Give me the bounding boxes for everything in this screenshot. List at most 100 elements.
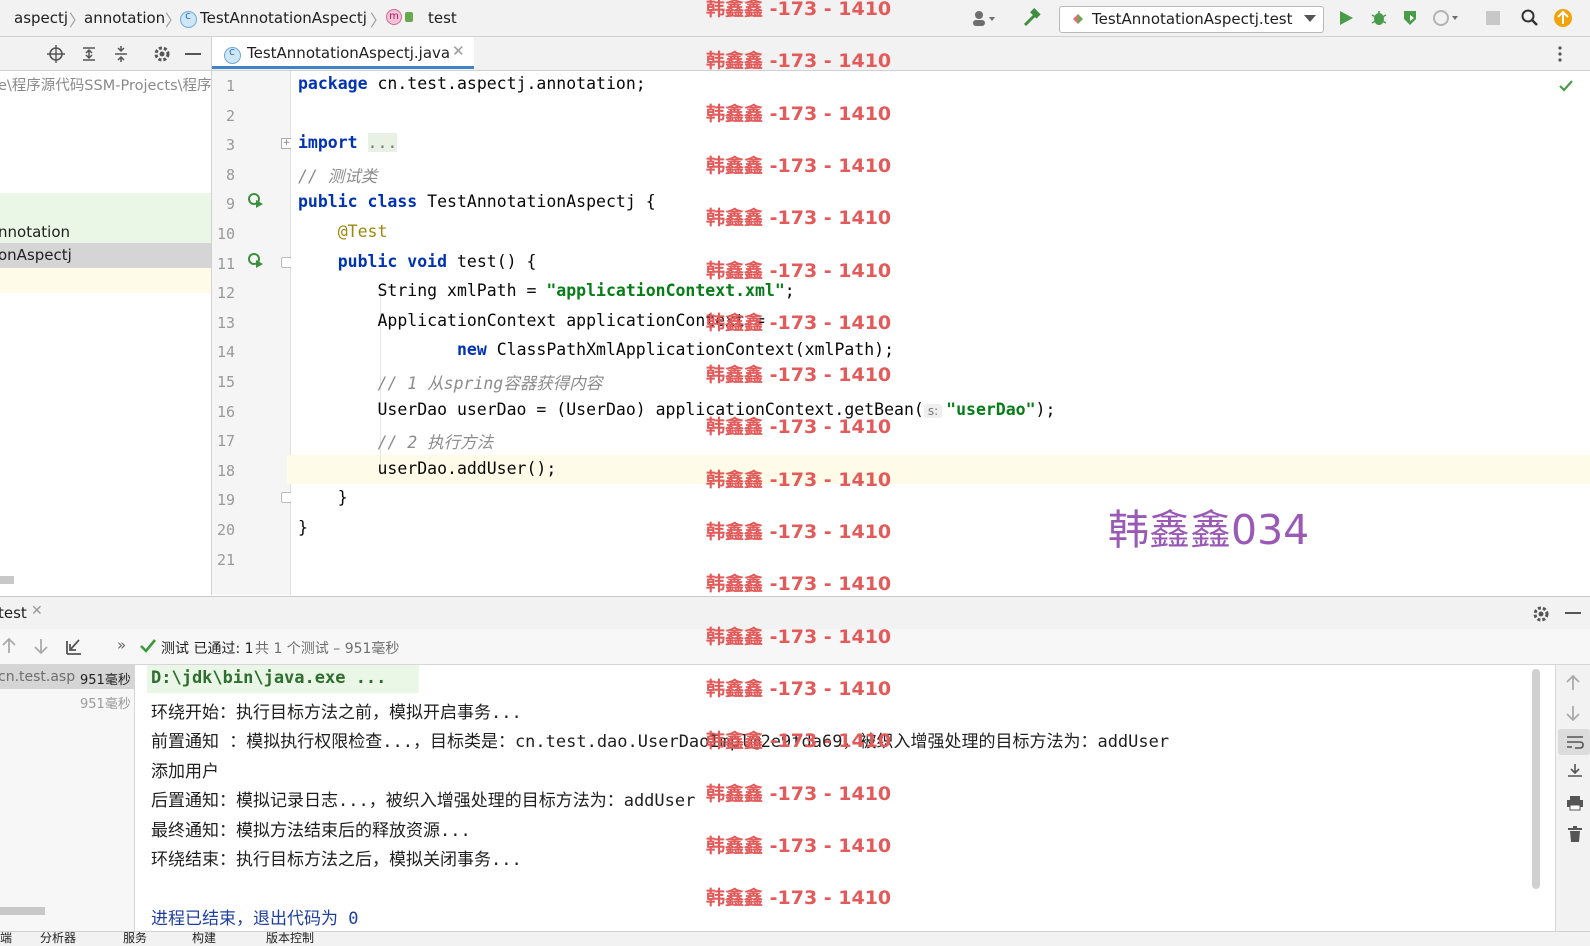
watermark-text: 韩鑫鑫 -173 - 1410 — [706, 521, 892, 543]
test-tree-row-selected[interactable]: cn.test.asp 951毫秒 — [0, 665, 134, 689]
tree-item-row — [0, 268, 211, 293]
locate-target-icon[interactable] — [47, 45, 65, 63]
code-line: } — [298, 488, 348, 508]
project-toolbar — [0, 37, 212, 71]
line-number: 2 — [225, 106, 235, 125]
line-number: 11 — [216, 254, 235, 273]
run-icon[interactable] — [1338, 10, 1354, 26]
run-configuration-selector[interactable]: TestAnnotationAspectj.test — [1059, 6, 1324, 33]
run-test-gutter-icon[interactable] — [247, 252, 265, 270]
arrow-down-icon[interactable] — [34, 638, 48, 654]
status-item-vcs[interactable]: 版本控制 — [266, 932, 314, 946]
console-line: 最终通知：模拟方法结束后的释放资源... — [151, 820, 471, 841]
console-line: 进程已结束，退出代码为 0 — [151, 909, 359, 929]
line-number: 18 — [216, 461, 235, 480]
minimize-icon[interactable] — [185, 53, 201, 56]
watermark-text: 韩鑫鑫 -173 - 1410 — [706, 730, 892, 753]
console-line: D:\jdk\bin\java.exe ... — [151, 668, 387, 688]
code-line: import ... — [298, 133, 398, 153]
line-number: 14 — [216, 343, 235, 362]
debug-icon[interactable] — [1370, 9, 1388, 27]
tree-item[interactable]: nnotation — [0, 223, 70, 241]
arrow-up-icon[interactable] — [1566, 675, 1580, 691]
more-vertical-icon[interactable] — [1557, 45, 1563, 63]
collapse-all-icon[interactable] — [112, 45, 130, 63]
inspection-ok-icon[interactable] — [1559, 80, 1573, 92]
run-test-gutter-icon[interactable] — [247, 192, 265, 210]
line-number: 3 — [225, 136, 235, 155]
test-duration: 951毫秒 — [80, 697, 131, 712]
user-icon[interactable] — [972, 10, 996, 26]
line-number: 8 — [225, 165, 235, 184]
arrow-down-icon[interactable] — [1566, 705, 1580, 721]
method-icon: m — [386, 9, 402, 25]
watermark-text: 韩鑫鑫 -173 - 1410 — [706, 677, 892, 700]
code-line: userDao.addUser(); — [298, 458, 557, 478]
class-icon — [180, 9, 197, 30]
console-line: 前置通知 ：模拟执行权限检查...，目标类是：cn.test.dao.UserD… — [151, 732, 1170, 752]
minimize-icon[interactable] — [1565, 612, 1581, 615]
watermark-text: 韩鑫鑫 -173 - 1410 — [706, 0, 892, 20]
gear-icon[interactable] — [153, 45, 171, 63]
status-item-profiler[interactable]: 分析器 — [40, 932, 76, 946]
watermark-text: 韩鑫鑫 -173 - 1410 — [706, 887, 892, 910]
code-line: String xmlPath = "applicationContext.xml… — [298, 281, 795, 301]
print-icon[interactable] — [1566, 795, 1584, 811]
status-item-services[interactable]: 服务 — [123, 932, 147, 946]
line-number: 21 — [216, 550, 235, 569]
code-line: } — [298, 518, 308, 537]
code-line: UserDao userDao = (UserDao) applicationC… — [298, 399, 1056, 419]
code-line: public void test() { — [337, 251, 537, 271]
code-line: // 2 执行方法 — [298, 433, 494, 453]
arrow-up-icon[interactable] — [2, 638, 16, 654]
code-editor[interactable]: package cn.test.aspectj.annotation; impor… — [287, 71, 1590, 595]
status-item-build[interactable]: 构建 — [192, 932, 216, 946]
close-icon[interactable]: ✕ — [452, 42, 465, 60]
run-configuration-label: TestAnnotationAspectj.test — [1092, 10, 1293, 28]
tree-item-selected[interactable]: onAspectj — [0, 243, 211, 268]
expand-all-icon[interactable] — [80, 45, 98, 63]
trash-icon[interactable] — [1567, 826, 1583, 843]
line-number: 12 — [216, 284, 235, 303]
project-path: e\程序源代码SSM-Projects\程序 — [0, 78, 212, 94]
more-chevrons-icon[interactable]: » — [117, 636, 126, 654]
tree-item-label: onAspectj — [0, 246, 72, 264]
coverage-icon[interactable] — [1401, 9, 1419, 27]
soft-wrap-button[interactable] — [1558, 729, 1590, 755]
code-line: ApplicationContext applicationContext = — [298, 310, 765, 330]
search-icon[interactable] — [1521, 9, 1539, 27]
breadcrumb-item[interactable]: test — [428, 9, 457, 27]
status-item[interactable]: 端 — [0, 932, 12, 946]
horizontal-scrollbar[interactable] — [0, 907, 45, 915]
watermark-text: 韩鑫鑫 -173 - 1410 — [706, 364, 892, 387]
profile-icon[interactable] — [1433, 9, 1461, 27]
close-icon[interactable]: ✕ — [31, 603, 43, 619]
run-tab-label[interactable]: test — [0, 604, 27, 622]
scroll-to-end-icon[interactable] — [1566, 763, 1584, 779]
test-duration: 951毫秒 — [80, 673, 131, 688]
line-number: 1 — [225, 77, 235, 95]
update-icon[interactable] — [1553, 8, 1573, 28]
breadcrumb-item[interactable]: TestAnnotationAspectj — [200, 9, 367, 27]
build-hammer-icon[interactable] — [1022, 8, 1042, 28]
test-status: 测试 已通过: 1 — [161, 641, 254, 657]
stop-icon[interactable] — [1486, 11, 1500, 25]
check-icon — [140, 639, 156, 653]
gear-icon[interactable] — [1532, 605, 1550, 623]
breadcrumb-separator: 〉 — [165, 11, 182, 30]
code-line: public class TestAnnotationAspectj { — [298, 192, 656, 212]
vertical-scrollbar[interactable] — [1532, 669, 1540, 889]
test-tree-row[interactable]: 951毫秒 — [0, 689, 134, 713]
breadcrumb-item[interactable]: annotation — [84, 9, 165, 27]
tab-editor-file[interactable]: TestAnnotationAspectj.java ✕ — [212, 37, 474, 69]
lock-icon — [405, 12, 413, 22]
test-tree-label: cn.test.asp — [0, 669, 76, 685]
horizontal-scrollbar[interactable] — [0, 576, 14, 584]
import-results-icon[interactable] — [65, 638, 83, 656]
status-bar: 端 分析器 服务 构建 版本控制 — [0, 931, 1590, 946]
breadcrumb-item[interactable]: aspectj — [14, 9, 68, 27]
chevron-down-icon — [1304, 15, 1316, 23]
java-class-icon — [224, 45, 241, 66]
code-line: @Test — [337, 222, 388, 241]
line-number: 20 — [216, 521, 235, 539]
